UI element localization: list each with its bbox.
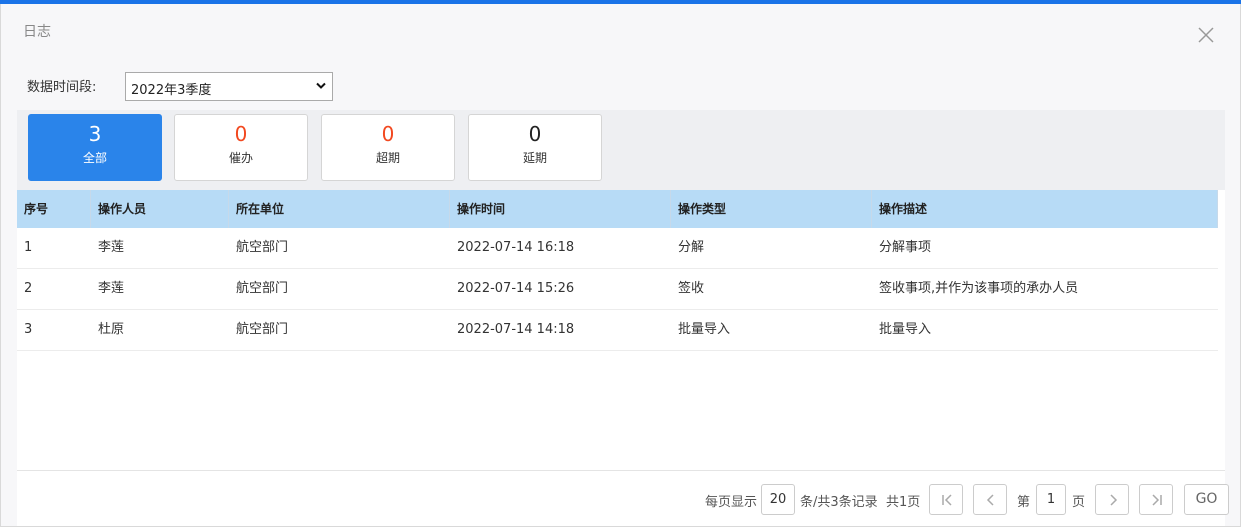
- stat-label: 延期: [522, 151, 547, 165]
- cell-operator: 李莲: [98, 281, 125, 296]
- first-page-button[interactable]: [929, 484, 963, 515]
- stat-count: 0: [381, 122, 395, 146]
- stat-card-urge[interactable]: 0 催办: [174, 114, 308, 181]
- cell-time: 2022-07-14 14:18: [457, 322, 575, 337]
- last-page-button[interactable]: [1139, 484, 1173, 515]
- cell-index: 1: [24, 240, 33, 255]
- cell-type: 分解: [678, 240, 705, 255]
- cell-operator: 李莲: [98, 240, 125, 255]
- column-header-index: 序号: [17, 190, 91, 228]
- page-prefix: 第: [1017, 495, 1031, 510]
- per-page-input[interactable]: 20: [761, 484, 795, 515]
- chevron-left-icon: [986, 494, 994, 506]
- table-row[interactable]: 3 杜原 航空部门 2022-07-14 14:18 批量导入 批量导入: [17, 310, 1218, 351]
- stat-count: 3: [88, 122, 102, 146]
- page-number-input[interactable]: 1: [1036, 484, 1066, 515]
- table-header: 序号 操作人员 所在单位 操作时间 操作类型 操作描述: [17, 190, 1218, 228]
- next-page-button[interactable]: [1095, 484, 1129, 515]
- time-period-select[interactable]: 2022年3季度: [125, 72, 333, 101]
- column-header-unit: 所在单位: [229, 190, 450, 228]
- log-table: 序号 操作人员 所在单位 操作时间 操作类型 操作描述 1 李莲 航空部门 20…: [17, 190, 1225, 470]
- stat-label: 催办: [228, 151, 253, 165]
- cell-unit: 航空部门: [236, 322, 289, 337]
- dialog-title: 日志: [23, 24, 51, 40]
- cell-description: 分解事项: [879, 240, 932, 255]
- column-header-time: 操作时间: [450, 190, 671, 228]
- records-count-text: 条/共3条记录: [800, 495, 878, 510]
- per-page-label: 每页显示: [705, 495, 758, 510]
- page-suffix: 页: [1072, 495, 1086, 510]
- stat-card-all[interactable]: 3 全部: [28, 114, 162, 181]
- column-header-type: 操作类型: [671, 190, 872, 228]
- stat-card-overdue[interactable]: 0 超期: [321, 114, 455, 181]
- last-page-icon: [1152, 494, 1162, 506]
- cell-description: 批量导入: [879, 322, 932, 337]
- chevron-right-icon: [1110, 494, 1118, 506]
- stat-count: 0: [234, 122, 248, 146]
- chevron-down-icon: [316, 82, 326, 89]
- table-row[interactable]: 1 李莲 航空部门 2022-07-14 16:18 分解 分解事项: [17, 228, 1218, 269]
- cell-index: 2: [24, 281, 33, 296]
- time-period-label: 数据时间段:: [27, 80, 97, 95]
- pagination-bar: 每页显示 20 条/共3条记录 共1页 第 1 页 GO: [17, 470, 1229, 526]
- column-header-operator: 操作人员: [91, 190, 229, 228]
- total-pages-text: 共1页: [886, 495, 921, 510]
- stat-card-extended[interactable]: 0 延期: [468, 114, 602, 181]
- stat-label: 超期: [375, 151, 400, 165]
- first-page-icon: [942, 494, 952, 506]
- cell-unit: 航空部门: [236, 281, 289, 296]
- prev-page-button[interactable]: [973, 484, 1007, 515]
- column-header-description: 操作描述: [872, 190, 1218, 228]
- time-period-value: 2022年3季度: [131, 83, 212, 98]
- stat-count: 0: [528, 122, 542, 146]
- table-row[interactable]: 2 李莲 航空部门 2022-07-14 15:26 签收 签收事项,并作为该事…: [17, 269, 1218, 310]
- cell-time: 2022-07-14 15:26: [457, 281, 575, 296]
- cell-description: 签收事项,并作为该事项的承办人员: [879, 281, 1079, 296]
- stats-panel: 3 全部 0 催办 0 超期 0 延期: [17, 110, 1225, 190]
- cell-type: 签收: [678, 281, 705, 296]
- cell-index: 3: [24, 322, 33, 337]
- cell-unit: 航空部门: [236, 240, 289, 255]
- close-icon[interactable]: [1194, 23, 1218, 47]
- cell-operator: 杜原: [98, 322, 125, 337]
- cell-type: 批量导入: [678, 322, 731, 337]
- cell-time: 2022-07-14 16:18: [457, 240, 575, 255]
- go-button[interactable]: GO: [1184, 484, 1229, 515]
- stat-label: 全部: [82, 151, 107, 165]
